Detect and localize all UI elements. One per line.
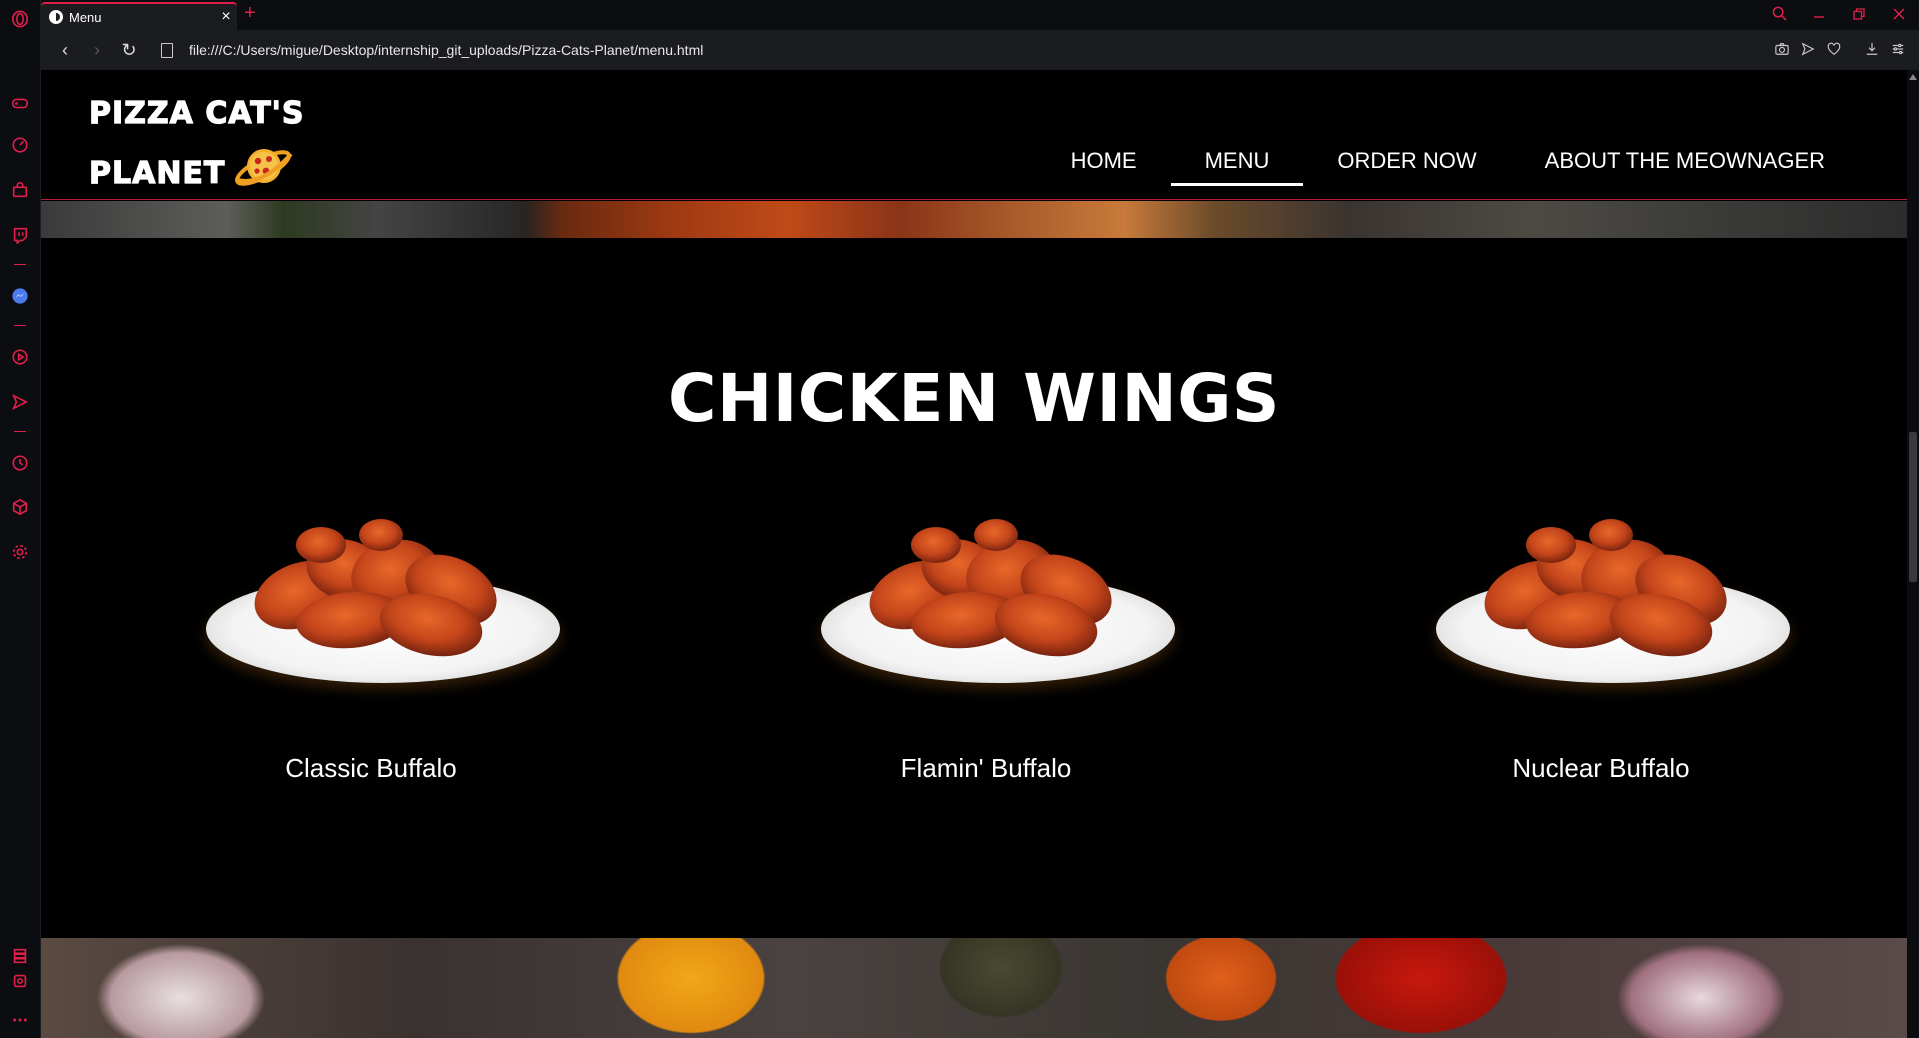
menu-item-name: Classic Buffalo bbox=[285, 753, 457, 783]
tab-title: Menu bbox=[69, 9, 102, 25]
minimize-icon[interactable] bbox=[1799, 7, 1839, 24]
messenger-icon[interactable] bbox=[10, 286, 30, 306]
logo-line-1: PIZZA CAT'S bbox=[88, 95, 305, 131]
send-icon[interactable] bbox=[10, 392, 30, 412]
download-icon[interactable] bbox=[1859, 42, 1885, 59]
page-viewport: PIZZA CAT'S PLANET HOME MENU ORDER NOW A… bbox=[41, 70, 1907, 1038]
site-header: PIZZA CAT'S PLANET HOME MENU ORDER NOW A… bbox=[41, 70, 1907, 200]
opera-logo-icon[interactable] bbox=[10, 9, 30, 29]
tabs-icon[interactable] bbox=[10, 946, 30, 966]
nav-menu[interactable]: MENU bbox=[1170, 140, 1304, 186]
page-favicon-icon bbox=[49, 10, 63, 24]
page-scrollbar[interactable] bbox=[1907, 70, 1919, 1038]
new-tab-button[interactable]: + bbox=[244, 2, 256, 25]
pizza-planet-icon bbox=[233, 140, 295, 209]
menu-item-classic-buffalo[interactable]: Classic Buffalo bbox=[181, 515, 561, 815]
tab-menu[interactable]: Menu × bbox=[41, 2, 237, 30]
snapshot-icon[interactable] bbox=[1769, 42, 1795, 59]
main-nav: HOME MENU ORDER NOW ABOUT THE MEOWNAGER bbox=[1037, 140, 1859, 186]
address-bar: ‹ › ↻ file:///C:/Users/migue/Desktop/int… bbox=[41, 30, 1919, 70]
restore-icon[interactable] bbox=[1839, 7, 1879, 24]
sidebar-divider bbox=[14, 431, 26, 432]
history-icon[interactable] bbox=[10, 453, 30, 473]
chicken-wings-image bbox=[254, 519, 497, 657]
search-tabs-icon[interactable] bbox=[1759, 6, 1799, 25]
settings-icon[interactable] bbox=[10, 542, 30, 562]
address-bar-actions bbox=[1769, 42, 1911, 59]
section-title: CHICKEN WINGS bbox=[668, 360, 1280, 437]
page-icon bbox=[161, 42, 173, 58]
food-banner-image bbox=[41, 201, 1907, 238]
sidebar-divider bbox=[14, 325, 26, 326]
scroll-thumb[interactable] bbox=[1909, 432, 1917, 582]
vegetables-banner-image bbox=[41, 938, 1907, 1038]
send-icon[interactable] bbox=[1795, 42, 1821, 59]
menu-item-name: Flamin' Buffalo bbox=[900, 753, 1072, 783]
cube-icon[interactable] bbox=[10, 497, 30, 517]
scroll-up-arrow-icon[interactable] bbox=[1909, 74, 1917, 80]
menu-item-nuclear-buffalo[interactable]: Nuclear Buffalo bbox=[1411, 515, 1791, 815]
chicken-wings-image bbox=[1484, 519, 1727, 657]
tab-close-icon[interactable]: × bbox=[215, 8, 237, 26]
chicken-wings-image bbox=[869, 519, 1112, 657]
tab-strip: Menu × + bbox=[41, 0, 1919, 30]
more-icon[interactable] bbox=[10, 1010, 30, 1030]
easy-setup-icon[interactable] bbox=[1885, 42, 1911, 59]
forward-button[interactable]: › bbox=[81, 40, 113, 61]
logo-line-2-text: PLANET bbox=[88, 155, 226, 191]
twitch-icon[interactable] bbox=[10, 225, 30, 245]
speed-dial-icon[interactable] bbox=[10, 135, 30, 155]
reload-button[interactable]: ↻ bbox=[113, 40, 145, 61]
window-controls bbox=[1759, 0, 1919, 30]
nav-about-the-meownager[interactable]: ABOUT THE MEOWNAGER bbox=[1511, 140, 1859, 186]
back-button[interactable]: ‹ bbox=[49, 40, 81, 61]
sidebar-divider bbox=[14, 264, 26, 265]
site-logo[interactable]: PIZZA CAT'S PLANET bbox=[88, 88, 305, 209]
extensions-icon[interactable] bbox=[10, 971, 30, 991]
close-window-icon[interactable] bbox=[1879, 7, 1919, 24]
nav-home[interactable]: HOME bbox=[1037, 140, 1171, 186]
player-icon[interactable] bbox=[10, 347, 30, 367]
browser-sidebar bbox=[0, 0, 41, 1038]
gamepad-icon[interactable] bbox=[10, 93, 30, 113]
logo-line-2: PLANET bbox=[88, 140, 304, 209]
menu-item-name: Nuclear Buffalo bbox=[1512, 753, 1690, 783]
heart-icon[interactable] bbox=[1821, 42, 1847, 59]
menu-item-flamin-buffalo[interactable]: Flamin' Buffalo bbox=[796, 515, 1176, 815]
nav-order-now[interactable]: ORDER NOW bbox=[1303, 140, 1510, 186]
url-field[interactable]: file:///C:/Users/migue/Desktop/internshi… bbox=[189, 42, 1769, 58]
bag-icon[interactable] bbox=[10, 180, 30, 200]
